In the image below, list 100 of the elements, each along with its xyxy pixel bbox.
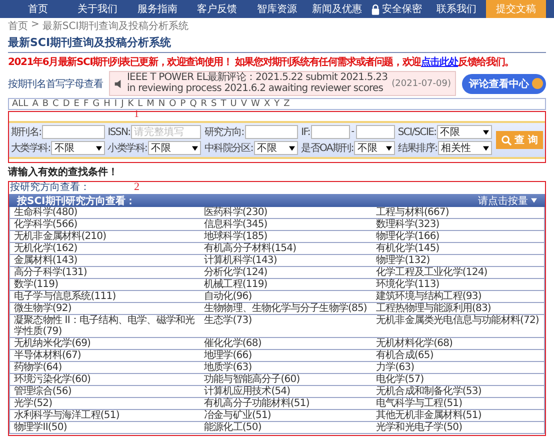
category-link[interactable]: 高分子科学(131) [10, 267, 200, 278]
nav-link[interactable]: 智库资源 [247, 0, 307, 18]
category-link[interactable]: 机械工程(119) [200, 279, 372, 290]
category-link[interactable]: 其他无机非金属材料(51) [372, 410, 544, 421]
letter-link[interactable]: Y [274, 99, 280, 109]
input-field[interactable] [244, 125, 298, 139]
category-link[interactable]: 有机合成(65) [372, 350, 544, 361]
nav-link[interactable]: 客户反馈 [187, 0, 248, 18]
letter-link[interactable]: Z [284, 99, 290, 109]
category-link[interactable]: 建筑环境与结构工程(93) [372, 291, 544, 302]
category-link[interactable]: 冶金与矿业(51) [200, 410, 372, 421]
category-link[interactable]: 信息科学(345) [200, 219, 372, 230]
category-link[interactable]: 力学(63) [372, 362, 544, 373]
dropdown[interactable]: 不限 [51, 141, 105, 155]
category-link[interactable]: 能源化工(50) [200, 422, 372, 433]
letter-link[interactable]: T [220, 99, 226, 109]
review-center-button[interactable]: 评论查看中心 [462, 74, 546, 94]
category-link[interactable]: 无机非金属类光电信息与功能材料(72) [372, 315, 544, 337]
category-link[interactable]: 电化学(57) [372, 374, 544, 385]
letter-link[interactable]: L [138, 99, 143, 109]
category-link[interactable]: 无机纳米化学(69) [10, 338, 200, 349]
category-link[interactable]: 有机高分子材料(154) [200, 243, 372, 254]
category-link[interactable]: 化学科学(566) [10, 219, 200, 230]
category-link[interactable]: 环境污染化学(60) [10, 374, 200, 385]
letter-link[interactable]: O [169, 99, 176, 109]
dropdown[interactable]: 相关性 [438, 141, 492, 155]
letter-link[interactable]: E [74, 99, 80, 109]
letter-link[interactable]: H [104, 99, 110, 109]
category-link[interactable]: 有机化学(145) [372, 243, 544, 254]
category-link[interactable]: 数学(119) [10, 279, 200, 290]
category-link[interactable]: 水利科学与海洋工程(51) [10, 410, 200, 421]
category-link[interactable]: 分析化学(124) [200, 267, 372, 278]
letter-link[interactable]: U [230, 99, 237, 109]
category-link[interactable]: 物理化学(166) [372, 231, 544, 242]
category-link[interactable]: 医药科学(230) [200, 207, 372, 218]
breadcrumb-link[interactable]: 首页 [8, 19, 28, 33]
dropdown[interactable]: 不限 [254, 141, 298, 155]
category-link[interactable]: 物理学(132) [372, 255, 544, 266]
category-link[interactable]: 电子学与信息系统(111) [10, 291, 200, 302]
category-link[interactable]: 工程与材料(667) [372, 207, 544, 218]
letter-link[interactable]: P [180, 99, 186, 109]
nav-link[interactable]: 服务指南 [128, 0, 188, 18]
category-link[interactable]: 化学工程及工业化学(124) [372, 267, 544, 278]
category-link[interactable]: 管理综合(56) [10, 386, 200, 397]
category-link[interactable]: 半导体材料(67) [10, 350, 200, 361]
category-link[interactable]: 金属材料(143) [10, 255, 200, 266]
letter-link[interactable]: M [146, 99, 154, 109]
input-field[interactable] [356, 125, 395, 139]
dropdown[interactable]: 不限 [354, 141, 395, 155]
category-link[interactable]: 无机非金属材料(210) [10, 231, 200, 242]
direction-link[interactable]: 按研究方向查看： [9, 182, 91, 194]
category-link[interactable]: 光学(52) [10, 398, 200, 409]
input-field[interactable]: 请完整填写 [131, 125, 202, 139]
category-link[interactable]: 地质学(63) [200, 362, 372, 373]
letter-link[interactable]: G [92, 99, 100, 109]
category-link[interactable]: 生态学(73) [200, 315, 372, 337]
nav-link[interactable]: 安全保密 [366, 0, 426, 18]
letter-link[interactable]: C [52, 99, 59, 109]
letter-link[interactable]: Q [190, 99, 197, 109]
category-link[interactable]: 生物物理、生物化学与分子生物学(85) [200, 303, 372, 314]
letter-link[interactable]: B [42, 99, 49, 109]
breadcrumb-link[interactable]: 最新SCI期刊查询及投稿分析系统 [42, 19, 189, 33]
letter-link[interactable]: N [158, 99, 166, 109]
dropdown[interactable]: 不限 [437, 125, 492, 139]
letter-link[interactable]: J [121, 99, 124, 109]
category-link[interactable]: 无机合成和制备化学(53) [372, 386, 544, 397]
feedback-link[interactable]: 点击此处 [420, 57, 458, 68]
letter-link[interactable]: D [62, 99, 70, 109]
category-link[interactable]: 无机化学(162) [10, 243, 200, 254]
category-link[interactable]: 工程热物理与能源利用(83) [372, 303, 544, 314]
letter-link[interactable]: V [240, 99, 248, 109]
letter-link[interactable]: K [128, 99, 134, 109]
category-link[interactable]: 催化化学(68) [200, 338, 372, 349]
category-link[interactable]: 生命科学(480) [10, 207, 200, 218]
letter-link[interactable]: I [114, 99, 118, 109]
category-link[interactable]: 凝聚态物性 II：电子结构、电学、磁学和光学性质(79) [10, 315, 200, 337]
category-link[interactable]: 自动化(96) [200, 291, 372, 302]
category-link[interactable]: 计算机应用技术(54) [200, 386, 372, 397]
letter-link[interactable]: A [32, 99, 38, 109]
category-link[interactable]: 地球科学(185) [200, 231, 372, 242]
category-link[interactable]: 光学和光电子学(50) [372, 422, 544, 433]
category-link[interactable]: 物理学II(50) [10, 422, 200, 433]
letter-link[interactable]: F [83, 99, 89, 109]
nav-link[interactable]: 联系我们 [426, 0, 486, 18]
letter-link[interactable]: X [264, 99, 270, 109]
letter-link[interactable]: S [211, 99, 217, 109]
letter-link[interactable]: R [200, 99, 208, 109]
letter-link[interactable]: W [251, 99, 260, 109]
category-link[interactable]: 计算机科学(143) [200, 255, 372, 266]
category-link[interactable]: 功能与智能高分子(60) [200, 374, 372, 385]
nav-link[interactable]: 首页 [8, 0, 68, 18]
nav-link[interactable]: 新闻及优惠 [306, 0, 367, 18]
letter-link[interactable]: ALL [12, 99, 28, 109]
input-field[interactable] [42, 125, 105, 139]
category-link[interactable]: 药物学(64) [10, 362, 200, 373]
category-link[interactable]: 地理学(66) [200, 350, 372, 361]
category-link[interactable]: 环境化学(113) [372, 279, 544, 290]
category-link[interactable]: 有机高分子功能材料(51) [200, 398, 372, 409]
category-link[interactable]: 数理科学(323) [372, 219, 544, 230]
category-link[interactable]: 电气科学与工程(51) [372, 398, 544, 409]
